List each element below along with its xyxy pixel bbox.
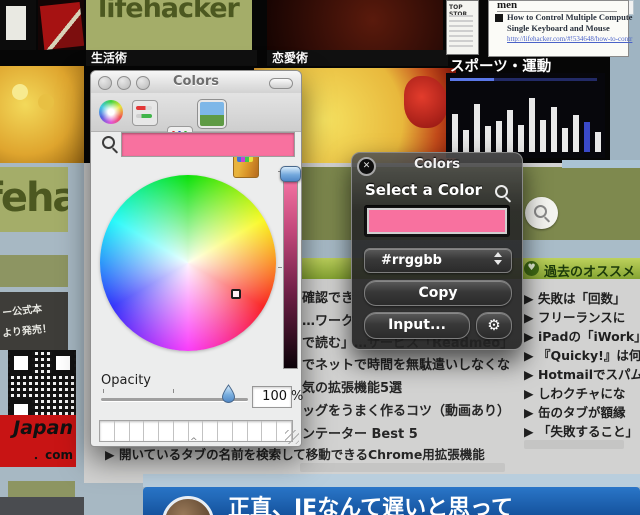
book-ad[interactable]: ー公式本 より発売！: [0, 292, 68, 350]
bar-chart-thumbnail[interactable]: [446, 73, 605, 158]
opacity-value-field[interactable]: 100: [252, 386, 292, 408]
olive-banner[interactable]: [0, 255, 68, 287]
color-wheel-marker[interactable]: [231, 289, 241, 299]
chart-bars: [452, 98, 601, 152]
red-box-shape: [39, 2, 84, 50]
hud-colors-panel: ✕ Colors Select a Color #rrggbb Copy Inp…: [351, 152, 523, 350]
search-button[interactable]: [525, 197, 558, 229]
qr-code: [8, 350, 76, 424]
article-bullet: [495, 14, 503, 22]
thumbnail-red-box[interactable]: [38, 0, 84, 50]
light-sliver: [562, 160, 640, 168]
red-ad-line1: Japan: [13, 417, 73, 439]
lifehacker-logo-text: lifehacker: [98, 0, 240, 24]
search-icon: [534, 205, 547, 218]
opacity-unit: %: [291, 389, 304, 404]
banner-top-strip: [143, 474, 640, 487]
hud-color-swatch[interactable]: [367, 208, 507, 234]
toolbar-toggle-button[interactable]: [269, 78, 293, 89]
lego-studs: [12, 84, 28, 100]
screenshot-root: lifehacker 生活術 恋愛術 TOP STOR men How to C…: [0, 0, 640, 515]
list-item[interactable]: 気の拡張機能5選: [302, 377, 402, 396]
red-ad-line2: ．com: [33, 448, 73, 462]
picker-toolbar: [91, 93, 301, 178]
comment-banner[interactable]: 正直、IEなんて遅いと思って: [143, 487, 640, 515]
thumbnail-top-stories[interactable]: TOP STOR: [446, 0, 479, 55]
hud-heading: Select a Color: [365, 181, 483, 199]
sidebar-item[interactable]: ▶ Hotmailでスパム: [524, 364, 640, 383]
slider-tick: [278, 267, 282, 268]
opacity-slider-handle[interactable]: [221, 384, 236, 404]
sidebar-header-text: 過去のオススメ: [544, 265, 636, 280]
logo-partial-text: lifehacker: [0, 175, 68, 221]
food-red-shape: [404, 76, 448, 128]
blurred-row: [524, 440, 624, 449]
opacity-tick: [173, 389, 174, 393]
sidebar-item[interactable]: ▶ フリーランスに: [524, 307, 625, 326]
thumbnail-renai[interactable]: [267, 0, 443, 50]
opacity-label: Opacity: [101, 373, 152, 388]
resize-grip[interactable]: [285, 430, 299, 444]
image-palettes-tab-icon[interactable]: [197, 99, 227, 129]
qr-eye: [10, 352, 32, 374]
banner-text: 正直、IEなんて遅いと思って: [228, 496, 514, 515]
thumbnail-lego[interactable]: [0, 66, 84, 163]
paper-shape: [6, 6, 26, 40]
thumbnail-generic[interactable]: [0, 0, 36, 50]
sidebar-item[interactable]: ▶ iPadの「iWork」: [524, 326, 640, 345]
list-item[interactable]: ッグをうまく作るコツ（動画あり）: [302, 400, 510, 419]
colors-window: Colors Opacity 100 % ^: [90, 70, 304, 447]
brightness-slider-handle[interactable]: [280, 166, 301, 182]
article-title-line1: How to Control Multiple Compute: [507, 12, 633, 22]
hud-swatch-frame: [364, 205, 510, 237]
list-item[interactable]: 確認でき: [302, 287, 354, 306]
gear-icon: ⚙: [487, 316, 501, 334]
format-dropdown-value: #rrggbb: [381, 253, 442, 268]
list-item[interactable]: でネットで時間を無駄遣いしなくな: [302, 354, 510, 373]
drawer-caret-icon[interactable]: ^: [190, 437, 198, 447]
article-title-line2: Single Keyboard and Mouse: [507, 23, 610, 33]
stepper-arrows-icon: [494, 252, 502, 265]
article-card-header: men: [497, 0, 617, 12]
list-item[interactable]: ンテーター Best 5: [302, 423, 418, 442]
format-dropdown[interactable]: #rrggbb: [364, 248, 512, 273]
hud-title: Colors: [413, 157, 460, 172]
sidebar-item[interactable]: ▶ 『Quicky!』は何: [524, 345, 640, 364]
sidebar-item[interactable]: ▶ 「失敗すること」: [524, 421, 638, 440]
copy-button[interactable]: Copy: [364, 280, 512, 306]
logo-partial[interactable]: lifehacker: [0, 167, 68, 232]
magnifier-loupe-icon[interactable]: [102, 136, 115, 149]
sidebar-item[interactable]: ▶ しわクチャにな: [524, 383, 625, 402]
category-label-seikatsu[interactable]: 生活術: [86, 50, 257, 66]
brightness-slider[interactable]: [283, 171, 298, 369]
red-ad[interactable]: Japan ．com: [0, 415, 76, 467]
dark-strip: [0, 497, 84, 515]
hud-magnifier-icon[interactable]: [495, 185, 508, 198]
input-button[interactable]: Input...: [364, 312, 470, 339]
list-item[interactable]: …ワーク: [302, 310, 354, 329]
book-ad-line1: ー公式本: [1, 303, 43, 320]
avatar: [162, 496, 214, 515]
book-ad-line2: より発売！: [1, 323, 53, 340]
article-card[interactable]: men How to Control Multiple Compute Sing…: [488, 0, 633, 57]
sidebar-item[interactable]: ▶ 失敗は「回数」: [524, 288, 625, 307]
current-color-well[interactable]: [121, 132, 295, 157]
gear-button[interactable]: ⚙: [476, 312, 512, 339]
blurred-row: [300, 463, 505, 472]
olive-strip: [8, 481, 75, 497]
heart-icon: ♥: [524, 261, 539, 276]
thumbnail-lifehacker-logo[interactable]: lifehacker: [86, 0, 252, 50]
category-label-renai[interactable]: 恋愛術: [267, 50, 448, 66]
sidebar-item[interactable]: ▶ 缶のタブが額縁: [524, 402, 625, 421]
article-link[interactable]: http://lifehacker.com/#!534648/how-to-co…: [507, 35, 632, 43]
chart-progress-line: [450, 78, 597, 81]
opacity-tick: [103, 389, 104, 393]
colors-window-titlebar[interactable]: Colors: [91, 71, 301, 94]
color-wheel-tab-icon[interactable]: [99, 100, 123, 124]
top-stories-lines: [449, 15, 473, 49]
color-sliders-tab-icon[interactable]: [132, 100, 158, 126]
qr-eye: [52, 352, 74, 374]
color-wheel[interactable]: [100, 175, 276, 351]
